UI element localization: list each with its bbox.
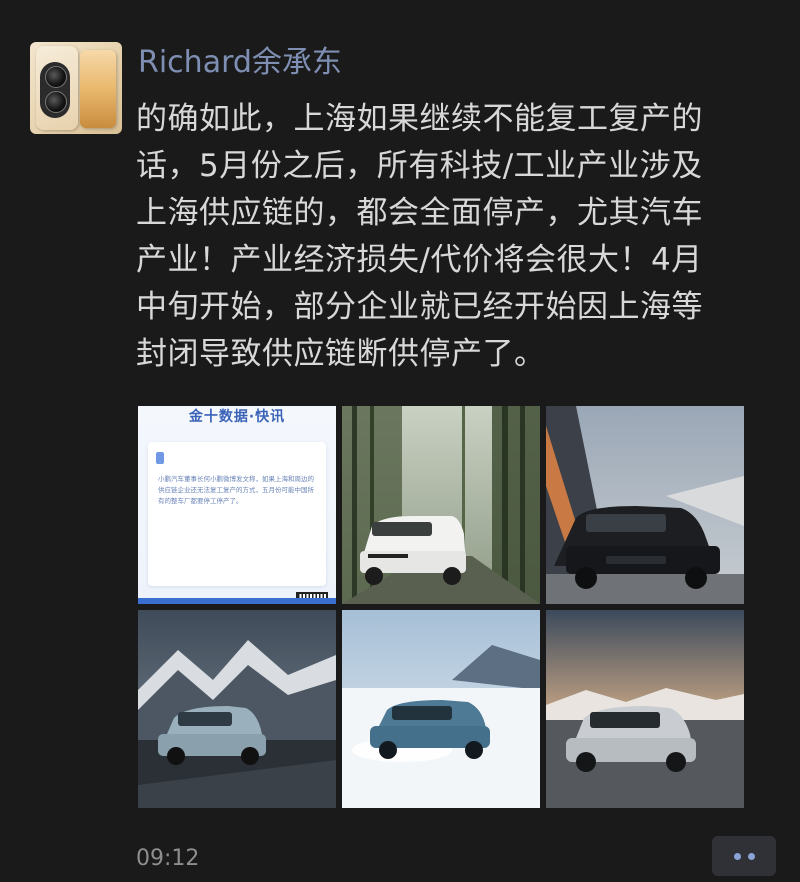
- image-black-suv-architecture[interactable]: [546, 406, 744, 604]
- news-footer-bar: [138, 598, 336, 604]
- photo-suv-snow: [342, 610, 540, 808]
- image-suv-snow-field[interactable]: [342, 610, 540, 808]
- more-dots-icon: [748, 853, 755, 860]
- post-text: 的确如此，上海如果继续不能复工复产的 话，5月份之后，所有科技/工业产业涉及 上…: [136, 101, 703, 372]
- avatar[interactable]: [30, 42, 122, 134]
- avatar-phone-front: [80, 50, 116, 128]
- avatar-lens: [45, 66, 67, 88]
- image-grid: 金十数据·快讯 小鹏汽车董事长何小鹏微博发文称，如果上海和周边的供应链企业还无法…: [138, 406, 744, 808]
- photo-white-suv: [342, 406, 540, 604]
- news-body: 小鹏汽车董事长何小鹏微博发文称，如果上海和周边的供应链企业还无法复工复产的方式，…: [158, 475, 314, 505]
- image-silver-suv-sunset[interactable]: [546, 610, 744, 808]
- post-timestamp: 09:12: [136, 846, 200, 871]
- author-name[interactable]: Richard余承东: [138, 43, 342, 83]
- avatar-lens: [45, 91, 67, 113]
- photo-black-suv: [546, 406, 744, 604]
- image-white-suv-bamboo[interactable]: [342, 406, 540, 604]
- image-suv-snowy-mountains[interactable]: [138, 610, 336, 808]
- news-header: 金十数据·快讯: [188, 409, 286, 425]
- image-news-screenshot[interactable]: 金十数据·快讯 小鹏汽车董事长何小鹏微博发文称，如果上海和周边的供应链企业还无法…: [138, 406, 336, 604]
- photo-silver-suv: [546, 610, 744, 808]
- news-card: 小鹏汽车董事长何小鹏微博发文称，如果上海和周边的供应链企业还无法复工复产的方式，…: [148, 442, 328, 604]
- photo-suv-mountains: [138, 610, 336, 808]
- news-date-tag: [156, 452, 164, 464]
- more-button[interactable]: [712, 836, 776, 876]
- more-dots-icon: [734, 853, 741, 860]
